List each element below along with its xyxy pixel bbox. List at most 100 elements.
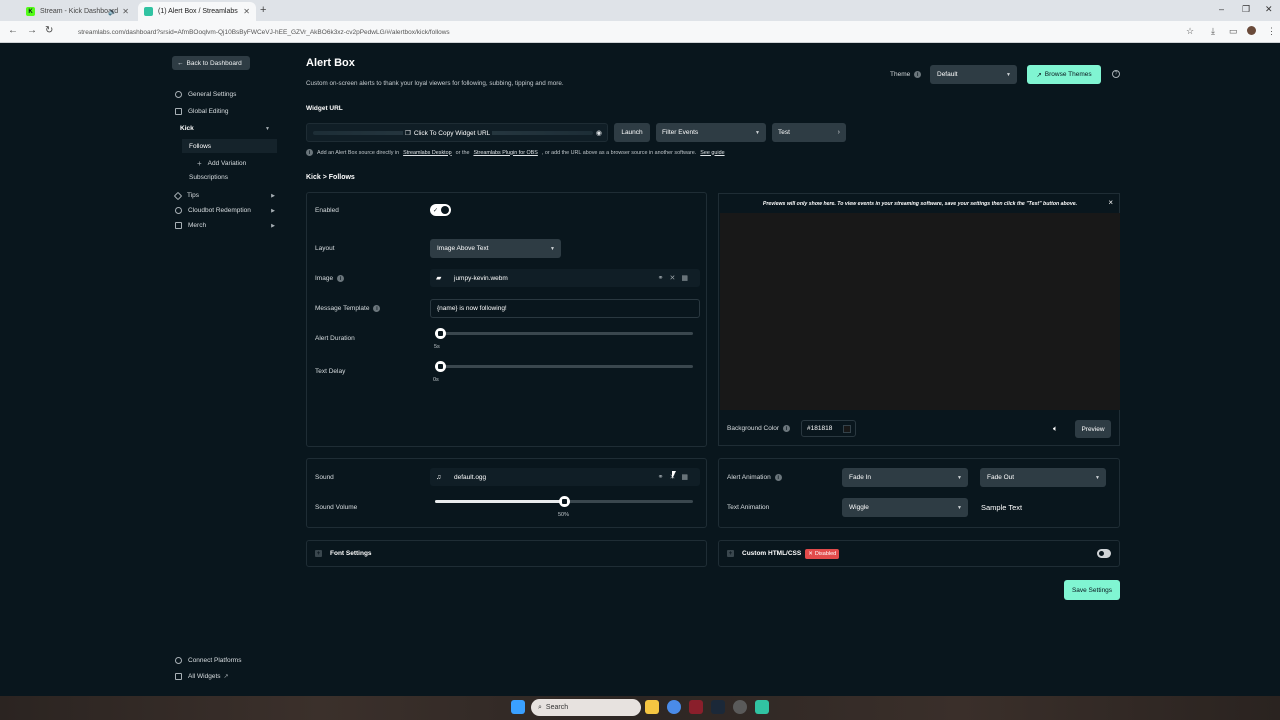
see-guide-link[interactable]: See guide [700, 150, 724, 156]
enabled-label: Enabled [315, 207, 339, 214]
status-badge-label: Disabled [814, 550, 837, 557]
text-delay-slider[interactable] [435, 361, 693, 372]
obs-plugin-link[interactable]: Streamlabs Plugin for OBS [473, 150, 537, 156]
extensions-icon[interactable]: ▭ [1229, 26, 1238, 37]
sound-filename: default.ogg [454, 473, 487, 481]
sidebar-item-label: Kick [180, 125, 194, 132]
alert-duration-slider[interactable] [435, 328, 693, 339]
sidebar-item-cloudbot-redemption[interactable]: Cloudbot Redemption ▶ [175, 207, 275, 214]
close-icon[interactable]: × [1108, 198, 1113, 207]
layout-select[interactable]: Image Above Text ▼ [430, 239, 561, 258]
alert-in-animation-select[interactable]: Fade In ▼ [842, 468, 968, 487]
browse-themes-button[interactable]: ↗ Browse Themes [1027, 65, 1101, 84]
chrome-icon[interactable] [667, 700, 681, 714]
library-grid-icon[interactable]: ▦ [681, 275, 694, 282]
color-swatch[interactable] [843, 425, 851, 433]
preview-canvas [720, 213, 1120, 410]
download-icon[interactable]: ⤓ [1211, 26, 1215, 37]
back-arrow-icon[interactable]: ← [8, 25, 18, 36]
slider-handle[interactable] [435, 328, 446, 339]
close-window-icon[interactable]: ✕ [1265, 4, 1273, 15]
copy-icon: ❐ [405, 130, 411, 137]
minimize-icon[interactable]: – [1219, 4, 1224, 14]
info-icon[interactable]: i [783, 425, 791, 432]
close-tab-icon[interactable]: ✕ [122, 7, 129, 16]
browser-tab-kick[interactable]: K Stream - Kick Dashboard 🔈 ✕ [20, 2, 135, 21]
slider-handle[interactable] [435, 361, 446, 372]
font-settings-label: Font Settings [330, 550, 372, 557]
background-color-input[interactable]: #181818 [801, 420, 856, 437]
sidebar-item-subscriptions[interactable]: Subscriptions [189, 174, 277, 181]
streamlabs-desktop-link[interactable]: Streamlabs Desktop [403, 150, 452, 156]
alert-out-animation-select[interactable]: Fade Out ▼ [980, 468, 1106, 487]
profile-avatar[interactable] [1247, 26, 1256, 35]
enabled-toggle[interactable]: ✓ [430, 204, 451, 216]
slider-handle[interactable] [559, 496, 570, 507]
info-icon[interactable]: i [337, 275, 345, 282]
sidebar-item-all-widgets[interactable]: All Widgets ↗ [175, 673, 275, 680]
reload-icon[interactable]: ↻ [45, 25, 53, 36]
enabled-label-text: Enabled [315, 207, 339, 214]
custom-html-css-accordion[interactable]: + Custom HTML/CSS ✕ Disabled [718, 540, 1120, 567]
info-icon[interactable]: i [373, 305, 381, 312]
sidebar-item-tips[interactable]: Tips ▶ [173, 191, 275, 200]
sidebar-item-label: Connect Platforms [188, 657, 242, 664]
preview-button[interactable]: Preview [1075, 420, 1111, 438]
file-explorer-icon[interactable] [645, 700, 659, 714]
tab-title: Stream - Kick Dashboard [40, 8, 119, 15]
custom-html-toggle[interactable] [1097, 549, 1111, 558]
sidebar-item-merch[interactable]: Merch ▶ [175, 222, 275, 229]
sound-file-input[interactable]: ♫ default.ogg ⚭✕▦ [430, 468, 700, 486]
close-tab-icon[interactable]: ✕ [243, 7, 250, 16]
launch-button[interactable]: Launch [614, 123, 650, 142]
sidebar-item-label: Add Variation [207, 160, 247, 167]
caret-right-icon: ▶ [271, 207, 275, 214]
steam-icon[interactable] [711, 700, 725, 714]
windows-start-icon[interactable] [511, 700, 525, 714]
sidebar-item-global-editing[interactable]: Global Editing [175, 108, 275, 115]
sound-volume-slider[interactable] [435, 496, 693, 507]
filter-events-select[interactable]: Filter Events ▼ [656, 123, 766, 142]
widget-url-label: Widget URL [306, 105, 343, 112]
url-input[interactable]: streamlabs.com/dashboard?srsid=AfmBOoqlv… [64, 24, 1174, 40]
copy-widget-url[interactable]: ❐ Click To Copy Widget URL [403, 129, 493, 137]
sidebar-item-general-settings[interactable]: General Settings [175, 91, 275, 98]
test-button[interactable]: Test › [772, 123, 846, 142]
new-tab-button[interactable]: + [260, 4, 266, 16]
back-label: Back to Dashboard [186, 59, 242, 67]
chevron-right-icon: › [837, 129, 840, 136]
sidebar-item-connect-platforms[interactable]: Connect Platforms [175, 657, 275, 664]
taskbar-search[interactable]: ⌕ Search [531, 699, 641, 716]
chevron-down-icon: ▼ [550, 245, 555, 252]
widget-url-field[interactable]: ❐ Click To Copy Widget URL ◉ [306, 123, 608, 142]
app-icon[interactable] [689, 700, 703, 714]
link-icon[interactable]: ⚭ [658, 275, 670, 282]
back-to-dashboard-button[interactable]: ← Back to Dashboard [172, 56, 250, 70]
theme-select[interactable]: Default ▼ [930, 65, 1017, 84]
font-settings-accordion[interactable]: + Font Settings [306, 540, 707, 567]
sidebar-item-follows[interactable]: Follows [182, 139, 277, 153]
link-icon[interactable]: ⚭ [658, 474, 670, 481]
clear-icon[interactable]: ✕ [670, 275, 682, 282]
streamlabs-icon[interactable] [755, 700, 769, 714]
obs-icon[interactable] [733, 700, 747, 714]
library-grid-icon[interactable]: ▦ [681, 474, 694, 481]
text-animation-select[interactable]: Wiggle ▼ [842, 498, 968, 517]
save-settings-button[interactable]: Save Settings [1064, 580, 1120, 600]
info-icon[interactable]: i [774, 474, 782, 481]
forward-arrow-icon[interactable]: → [27, 25, 37, 36]
browser-tab-alertbox[interactable]: (1) Alert Box / Streamlabs ✕ [138, 2, 256, 21]
preview-note: Previews will only show here. To view ev… [762, 201, 1078, 207]
volume-icon[interactable]: 🔈︎ [1053, 424, 1058, 434]
image-file-input[interactable]: ▰ jumpy-kevin.webm ⚭✕▦ [430, 269, 700, 287]
delay-label-text: Text Delay [315, 368, 346, 375]
help-icon[interactable]: ? [1112, 70, 1120, 78]
info-icon[interactable]: i [914, 71, 922, 78]
eye-icon[interactable]: ◉ [596, 129, 602, 137]
sidebar-item-kick[interactable]: Kick ▼ [180, 125, 270, 132]
menu-dots-icon[interactable]: ⋮ [1267, 26, 1276, 37]
sidebar-item-add-variation[interactable]: + Add Variation [197, 159, 277, 168]
message-template-input[interactable]: {name} is now following! [430, 299, 700, 318]
maximize-icon[interactable]: ❐ [1242, 4, 1250, 15]
bookmark-star-icon[interactable]: ☆ [1186, 26, 1194, 37]
